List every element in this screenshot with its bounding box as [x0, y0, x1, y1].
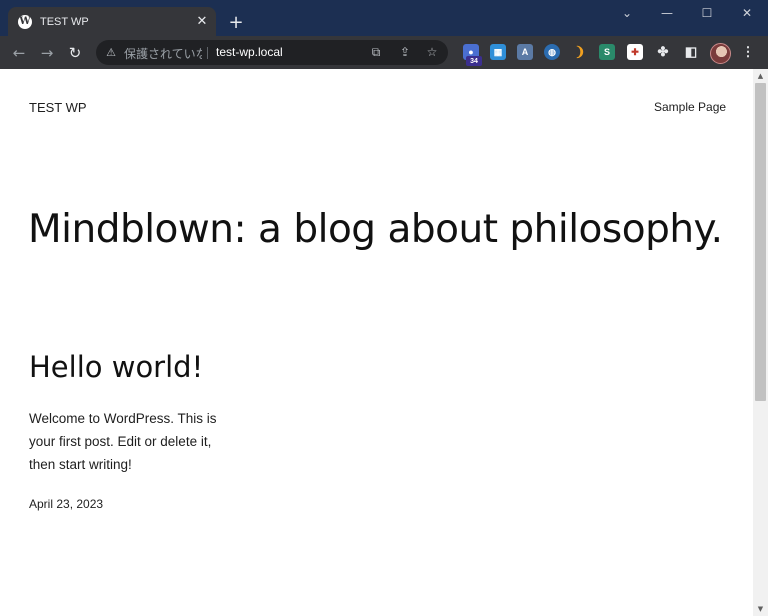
tab-strip: W TEST WP ✕ + ⌄ — ☐ ✕: [0, 0, 768, 36]
bookmark-star-icon[interactable]: ☆: [424, 44, 440, 60]
site-title-link[interactable]: TEST WP: [29, 100, 87, 115]
forward-icon[interactable]: →: [36, 42, 58, 64]
nav-sample-page[interactable]: Sample Page: [654, 100, 726, 114]
extension-badge: 34: [466, 56, 482, 66]
tab-test-wp[interactable]: W TEST WP ✕: [8, 7, 216, 36]
globe-extension-icon[interactable]: ◍: [544, 44, 560, 60]
tab-close-icon[interactable]: ✕: [194, 14, 210, 30]
post-date[interactable]: April 23, 2023: [29, 497, 103, 511]
translate-icon[interactable]: ⧉: [368, 44, 384, 60]
post-title-link[interactable]: Hello world!: [29, 350, 203, 384]
extension-icon-7[interactable]: ✚: [627, 44, 643, 60]
scroll-down-icon[interactable]: ▼: [753, 602, 768, 616]
scroll-up-icon[interactable]: ▲: [753, 69, 768, 83]
address-bar[interactable]: ⚠ 保護されていない通信 test-wp.local ⧉ ⇪ ☆: [96, 40, 448, 65]
page-viewport: TEST WP Sample Page Mindblown: a blog ab…: [0, 69, 768, 616]
excerpt-line: Welcome to WordPress. This is: [29, 411, 217, 426]
tab-title: TEST WP: [40, 15, 89, 28]
scroll-thumb[interactable]: [755, 83, 766, 401]
new-tab-icon[interactable]: +: [226, 12, 246, 33]
omnibox-separator: [207, 47, 208, 59]
profile-avatar[interactable]: [710, 43, 731, 64]
wordpress-icon: W: [18, 14, 32, 29]
side-panel-icon[interactable]: ◧: [683, 44, 699, 60]
reload-icon[interactable]: ↻: [64, 42, 86, 64]
post-excerpt: Welcome to WordPress. This is your first…: [29, 407, 239, 476]
back-icon[interactable]: ←: [8, 42, 30, 64]
extension-icon-6[interactable]: S: [599, 44, 615, 60]
tab-search-icon[interactable]: ⌄: [616, 4, 638, 22]
extension-icon-5[interactable]: ❩: [572, 44, 588, 60]
warning-icon[interactable]: ⚠: [104, 45, 118, 59]
hero-heading: Mindblown: a blog about philosophy.: [28, 207, 723, 252]
maximize-icon[interactable]: ☐: [696, 4, 718, 22]
extension-icon-2[interactable]: ▦: [490, 44, 506, 60]
security-label[interactable]: 保護されていない通信: [124, 45, 202, 62]
excerpt-line: then start writing!: [29, 457, 132, 472]
window-close-icon[interactable]: ✕: [736, 4, 758, 22]
more-menu-icon[interactable]: ⋮: [740, 44, 756, 60]
page-scrollbar[interactable]: ▲ ▼: [753, 69, 768, 616]
minimize-icon[interactable]: —: [656, 4, 678, 22]
url-text[interactable]: test-wp.local: [216, 45, 283, 59]
extension-icon-3[interactable]: A: [517, 44, 533, 60]
extensions-puzzle-icon[interactable]: ✤: [655, 44, 671, 60]
excerpt-line: your first post. Edit or delete it,: [29, 434, 212, 449]
share-icon[interactable]: ⇪: [397, 44, 413, 60]
browser-window: W TEST WP ✕ + ⌄ — ☐ ✕ ← → ↻ ⚠ 保護されていない通信…: [0, 0, 768, 616]
browser-toolbar: ← → ↻ ⚠ 保護されていない通信 test-wp.local ⧉ ⇪ ☆ ●…: [0, 36, 768, 69]
